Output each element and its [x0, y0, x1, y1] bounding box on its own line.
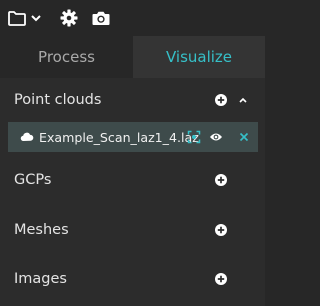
section-title: Images — [14, 271, 67, 287]
open-menu-button[interactable] — [6, 8, 44, 28]
section-gcps[interactable]: GCPs — [0, 161, 265, 199]
plus-circle-icon — [215, 174, 227, 186]
eye-icon — [210, 133, 222, 141]
plus-circle-icon — [215, 224, 227, 236]
add-image-button[interactable] — [214, 272, 228, 286]
remove-layer-button[interactable] — [237, 130, 251, 144]
layers-panel: Point clouds Example_Scan_laz1_4.laz GCP… — [0, 78, 265, 306]
zoom-to-layer-button[interactable] — [187, 130, 201, 144]
plus-circle-icon — [215, 273, 227, 285]
chevron-up-icon — [239, 97, 247, 103]
list-item[interactable]: Example_Scan_laz1_4.laz — [8, 122, 258, 152]
add-mesh-button[interactable] — [214, 223, 228, 237]
collapse-point-clouds-button[interactable] — [236, 93, 250, 107]
camera-icon — [92, 11, 110, 25]
section-meshes[interactable]: Meshes — [0, 211, 265, 249]
section-title: Point clouds — [14, 92, 102, 108]
tab-visualize[interactable]: Visualize — [133, 36, 265, 78]
settings-button[interactable] — [59, 8, 79, 28]
gear-icon — [60, 9, 78, 27]
add-point-cloud-button[interactable] — [214, 93, 228, 107]
tab-bar: Process Visualize — [0, 36, 265, 78]
cloud-icon — [20, 131, 34, 143]
section-point-clouds[interactable]: Point clouds — [0, 81, 265, 119]
section-title: Meshes — [14, 222, 69, 238]
tab-process[interactable]: Process — [0, 36, 133, 78]
close-icon — [239, 132, 249, 142]
point-cloud-name: Example_Scan_laz1_4.laz — [39, 129, 199, 145]
chevron-down-icon — [31, 15, 41, 22]
section-title: GCPs — [14, 172, 52, 188]
section-images[interactable]: Images — [0, 260, 265, 298]
plus-circle-icon — [215, 94, 227, 106]
screenshot-button[interactable] — [91, 8, 111, 28]
toolbar — [0, 0, 265, 36]
add-gcp-button[interactable] — [214, 173, 228, 187]
target-icon — [187, 130, 201, 144]
folder-icon — [8, 11, 41, 26]
toggle-visibility-button[interactable] — [209, 130, 223, 144]
